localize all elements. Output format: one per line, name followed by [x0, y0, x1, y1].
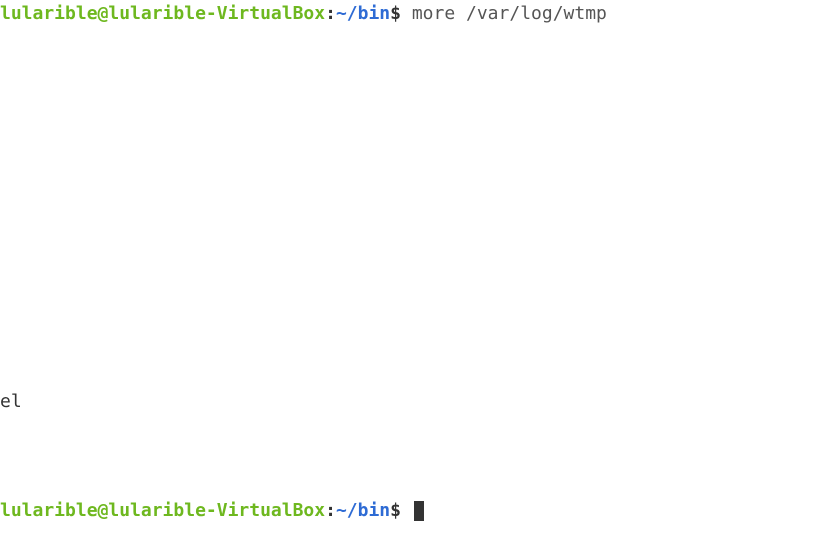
- prompt-dollar: $: [390, 500, 412, 521]
- prompt-dollar: $: [390, 3, 412, 24]
- current-path: ~/bin: [336, 3, 390, 24]
- user-host: lularible@lularible-VirtualBox: [0, 3, 325, 24]
- prompt-colon: :: [325, 500, 336, 521]
- prompt-colon: :: [325, 3, 336, 24]
- user-host: lularible@lularible-VirtualBox: [0, 500, 325, 521]
- output-spacer: [0, 25, 830, 390]
- output-spacer-2: [0, 414, 830, 499]
- current-path: ~/bin: [336, 500, 390, 521]
- command-output: el: [0, 390, 830, 413]
- terminal[interactable]: lularible@lularible-VirtualBox:~/bin$ mo…: [0, 0, 830, 553]
- cursor-icon: [414, 501, 424, 521]
- command-text: more /var/log/wtmp: [412, 3, 607, 24]
- prompt-line-1: lularible@lularible-VirtualBox:~/bin$ mo…: [0, 2, 830, 25]
- prompt-line-2: lularible@lularible-VirtualBox:~/bin$: [0, 499, 830, 522]
